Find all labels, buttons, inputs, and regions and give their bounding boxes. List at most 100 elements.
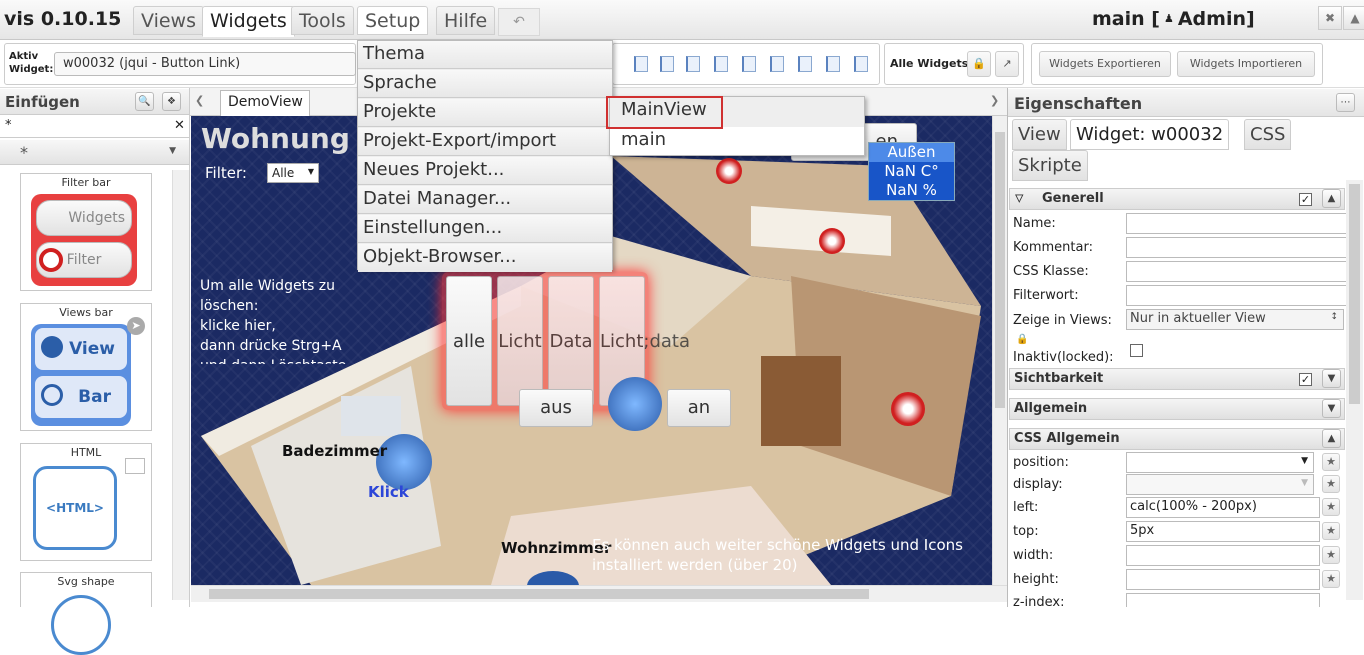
close-icon[interactable]: ✖ xyxy=(1318,6,1342,30)
width-input[interactable] xyxy=(1126,545,1320,566)
filter-select-value: Alle xyxy=(272,166,295,180)
properties-scrollbar[interactable] xyxy=(1346,180,1363,600)
insert-panel-scrollbar[interactable] xyxy=(172,170,189,600)
star-icon[interactable]: ★ xyxy=(1322,475,1340,493)
canvas-horizontal-scrollbar[interactable] xyxy=(191,585,1007,602)
position-select[interactable]: ▼ xyxy=(1126,452,1314,473)
scroll-thumb[interactable] xyxy=(1349,184,1360,404)
align-bottom-icon[interactable] xyxy=(686,56,700,72)
section-sichtbarkeit[interactable]: Sichtbarkeit xyxy=(1009,368,1345,390)
submenu-item-main[interactable]: main xyxy=(610,127,864,155)
collapse-icon[interactable]: ▲ xyxy=(1322,189,1341,208)
star-icon[interactable]: ★ xyxy=(1322,498,1340,516)
filter-word-input[interactable] xyxy=(1126,285,1356,306)
undo-button[interactable]: ↶ xyxy=(498,8,540,36)
template-views-bar[interactable]: Views bar View Bar ➤ xyxy=(20,303,152,431)
menu-icon[interactable]: ⋯ xyxy=(1336,93,1355,112)
locked-checkbox[interactable] xyxy=(1130,344,1143,357)
delete-hint[interactable]: Um alle Widgets zu löschen: klicke hier,… xyxy=(200,276,355,364)
filter-alle-button[interactable]: alle xyxy=(446,276,492,406)
tab-view[interactable]: View xyxy=(1012,119,1067,150)
section-css-allgemein[interactable]: CSS Allgemein xyxy=(1009,428,1345,450)
collapse-icon[interactable]: ▲ xyxy=(1322,429,1341,448)
export-widgets-button[interactable]: Widgets Exportieren xyxy=(1039,51,1171,77)
scroll-thumb[interactable] xyxy=(995,132,1005,408)
menu-item-thema[interactable]: Thema xyxy=(358,41,612,69)
filter-data-button[interactable]: Data xyxy=(548,276,594,406)
expand-icon[interactable]: ▼ xyxy=(1322,369,1341,388)
menu-tab-hilfe[interactable]: Hilfe xyxy=(436,6,496,35)
comment-input[interactable] xyxy=(1126,237,1356,258)
prop-label-top: top: xyxy=(1013,524,1039,539)
tab-skripte[interactable]: Skripte xyxy=(1012,150,1088,181)
star-icon[interactable]: ★ xyxy=(1322,546,1340,564)
align-center-icon[interactable] xyxy=(742,56,756,72)
template-svg-shape[interactable]: Svg shape xyxy=(20,572,152,655)
click-label[interactable]: Klick xyxy=(368,483,409,501)
menu-item-einstellungen[interactable]: Einstellungen... xyxy=(358,215,612,243)
menu-tab-views[interactable]: Views xyxy=(133,6,204,35)
menu-tab-tools[interactable]: Tools xyxy=(291,6,354,35)
align-middle-icon[interactable] xyxy=(660,56,674,72)
css-class-input[interactable] xyxy=(1126,261,1356,282)
delete-hint-line: dann drücke Strg+A xyxy=(200,338,342,354)
prop-label-display: display: xyxy=(1013,477,1063,492)
tab-css[interactable]: CSS xyxy=(1244,119,1292,150)
distribute-v-icon[interactable] xyxy=(826,56,840,72)
left-input[interactable]: calc(100% - 200px) xyxy=(1126,497,1320,518)
same-size-icon[interactable] xyxy=(854,56,868,72)
menu-item-datei-manager[interactable]: Datei Manager... xyxy=(358,186,612,214)
lock-icon[interactable]: 🔒 xyxy=(967,51,991,77)
insert-panel-title: Einfügen xyxy=(5,93,80,111)
widget-set-select[interactable]: * ▼ xyxy=(0,140,189,165)
menu-tab-widgets[interactable]: Widgets xyxy=(202,6,295,37)
light-off-button[interactable]: aus xyxy=(519,389,593,427)
template-html[interactable]: HTML <HTML> xyxy=(20,443,152,561)
menu-item-objekt-browser[interactable]: Objekt-Browser... xyxy=(358,244,612,272)
chevron-left-icon[interactable]: ❮ xyxy=(195,94,213,110)
generell-checkbox[interactable]: ✓ xyxy=(1299,193,1312,206)
filter-licht-button[interactable]: Licht xyxy=(497,276,543,406)
height-input[interactable] xyxy=(1126,569,1320,590)
widget-filter-input[interactable]: * xyxy=(0,116,189,138)
clear-filter-icon[interactable]: ✕ xyxy=(174,118,185,133)
star-icon[interactable]: ★ xyxy=(1322,453,1340,471)
name-input[interactable] xyxy=(1126,213,1356,234)
expand-icon[interactable]: ▼ xyxy=(1322,399,1341,418)
star-icon[interactable]: ★ xyxy=(1322,570,1340,588)
distribute-h-icon[interactable] xyxy=(798,56,812,72)
align-top-icon[interactable] xyxy=(634,56,648,72)
menu-item-sprache[interactable]: Sprache xyxy=(358,70,612,98)
align-left-icon[interactable] xyxy=(714,56,728,72)
template-filter-bar[interactable]: Filter bar Widgets Filter xyxy=(20,173,152,291)
star-icon[interactable]: ★ xyxy=(1322,522,1340,540)
section-allgemein[interactable]: Allgemein xyxy=(1009,398,1345,420)
top-input[interactable]: 5px xyxy=(1126,521,1320,542)
tag-icon[interactable]: ❖ xyxy=(162,92,181,111)
prop-label-kommentar: Kommentar: xyxy=(1013,240,1093,255)
tab-widget[interactable]: Widget: w00032 xyxy=(1070,119,1230,150)
menu-item-projekt-export[interactable]: Projekt-Export/import xyxy=(358,128,612,156)
z-index-input[interactable] xyxy=(1126,593,1320,607)
view-tab-demoview[interactable]: DemoView xyxy=(220,90,310,116)
menu-item-neues-projekt[interactable]: Neues Projekt... xyxy=(358,157,612,185)
sichtbarkeit-checkbox[interactable]: ✓ xyxy=(1299,373,1312,386)
show-in-views-select[interactable]: Nur in aktueller View ↕ xyxy=(1126,309,1344,330)
active-widget-select[interactable]: w00032 (jqui - Button Link) xyxy=(54,52,356,76)
temperature-widget[interactable]: Außen NaN C° NaN % xyxy=(868,142,955,201)
search-icon[interactable]: 🔍 xyxy=(135,92,154,111)
menu-item-projekte[interactable]: Projekte xyxy=(358,99,612,127)
scroll-thumb[interactable] xyxy=(209,589,869,599)
bulb-icon[interactable] xyxy=(608,377,662,431)
section-generell[interactable]: Generell xyxy=(1009,188,1345,210)
external-link-icon[interactable]: ↗ xyxy=(995,51,1019,77)
import-widgets-button[interactable]: Widgets Importieren xyxy=(1177,51,1315,77)
align-right-icon[interactable] xyxy=(770,56,784,72)
light-on-button[interactable]: an xyxy=(667,389,731,427)
menu-tab-setup[interactable]: Setup xyxy=(357,6,429,35)
display-select[interactable]: ▼ xyxy=(1126,474,1314,495)
filter-select[interactable]: Alle ▼ xyxy=(267,163,319,183)
collapse-icon[interactable]: ▲ xyxy=(1343,6,1364,30)
chevron-right-icon[interactable]: ❯ xyxy=(990,94,1004,107)
canvas-vertical-scrollbar[interactable] xyxy=(992,116,1007,585)
